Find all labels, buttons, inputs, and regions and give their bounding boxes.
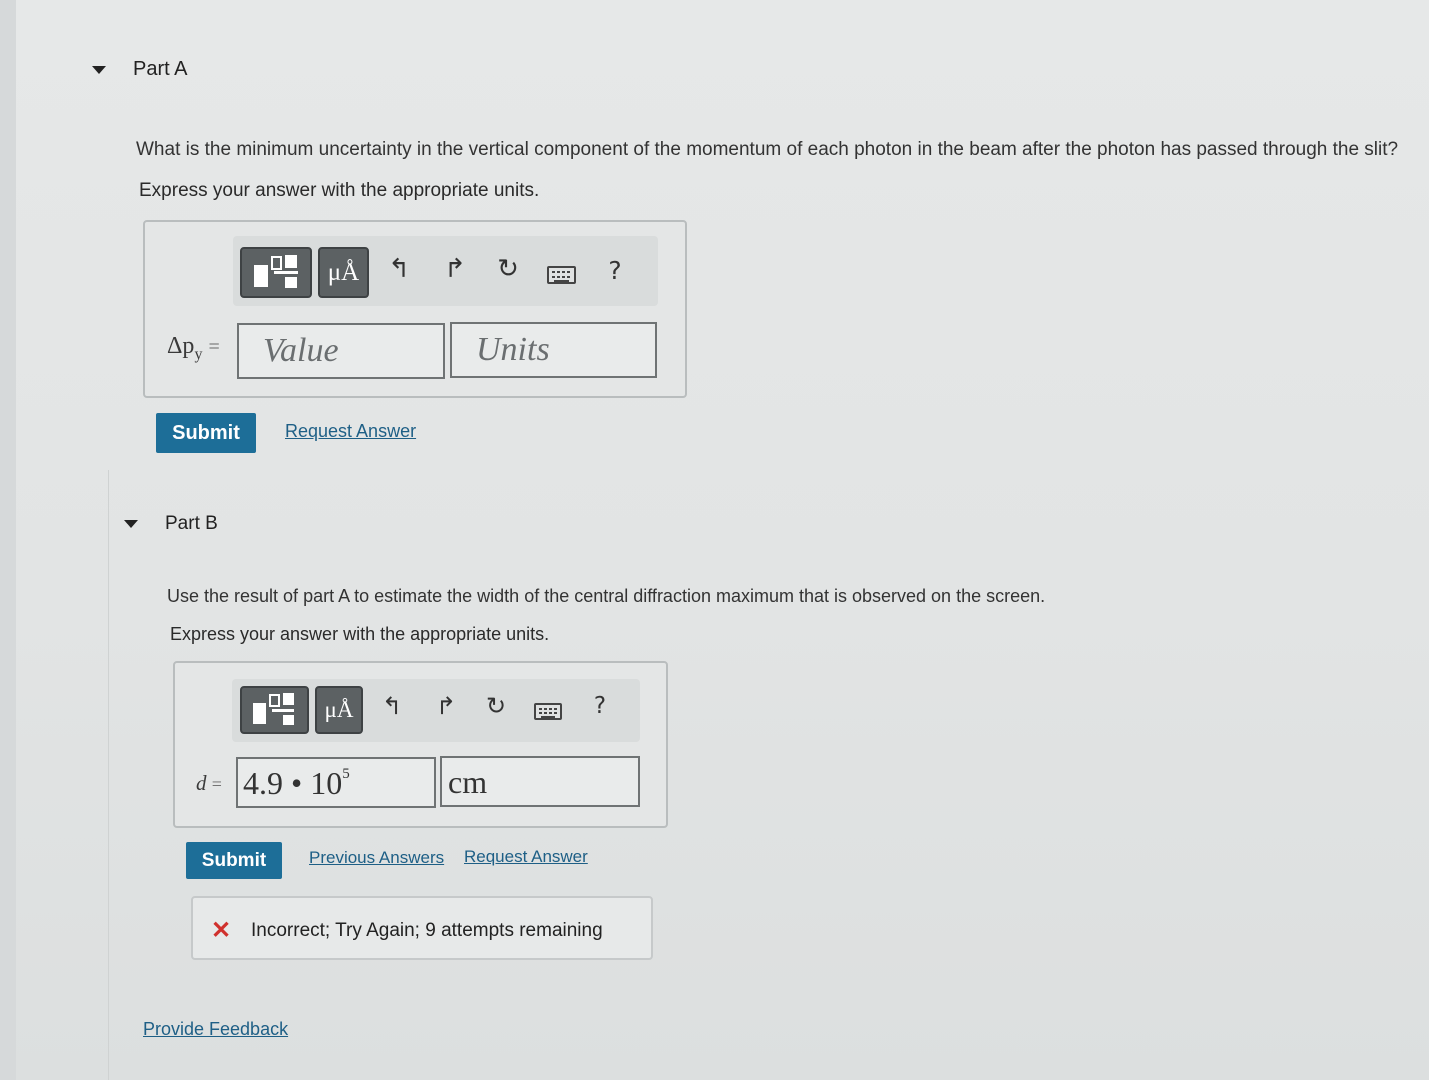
redo-icon[interactable]: ↱	[431, 692, 461, 720]
part-a-submit-button[interactable]: Submit	[156, 413, 256, 453]
collapse-triangle-icon[interactable]	[124, 520, 138, 528]
part-a-question: What is the minimum uncertainty in the v…	[136, 139, 1399, 160]
feedback-text: Incorrect; Try Again; 9 attempts remaini…	[251, 920, 603, 941]
left-edge	[0, 0, 16, 1080]
value-placeholder: Value	[263, 332, 339, 369]
part-b-units-text: cm	[448, 764, 488, 800]
keyboard-icon[interactable]	[547, 266, 576, 284]
help-icon[interactable]: ?	[588, 693, 612, 719]
collapse-triangle-icon[interactable]	[92, 66, 106, 74]
units-button[interactable]: μÅ	[315, 686, 363, 734]
provide-feedback-link[interactable]: Provide Feedback	[143, 1019, 288, 1040]
part-b-variable-label: d =	[196, 771, 222, 795]
reset-icon[interactable]: ↻	[493, 254, 523, 284]
part-b-request-answer-link[interactable]: Request Answer	[464, 847, 588, 867]
part-b-submit-button[interactable]: Submit	[186, 842, 282, 879]
part-b-instruction: Express your answer with the appropriate…	[170, 624, 550, 644]
section-divider	[108, 470, 109, 1080]
part-a-units-input[interactable]: Units	[450, 322, 657, 378]
feedback-message: ✕ Incorrect; Try Again; 9 attempts remai…	[191, 896, 653, 960]
templates-icon	[254, 255, 298, 288]
undo-icon[interactable]: ↰	[377, 692, 407, 720]
templates-icon	[253, 693, 294, 725]
part-b-value-input[interactable]: 4.9 • 105	[236, 757, 436, 808]
part-b-units-input[interactable]: cm	[440, 756, 640, 807]
part-b-question: Use the result of part A to estimate the…	[167, 586, 1046, 606]
error-x-icon: ✕	[211, 917, 232, 944]
templates-button[interactable]	[240, 686, 309, 734]
units-icon: μÅ	[327, 259, 360, 286]
help-icon[interactable]: ?	[602, 256, 628, 285]
units-icon: μÅ	[324, 697, 354, 722]
templates-button[interactable]	[240, 247, 312, 298]
undo-icon[interactable]: ↰	[384, 254, 414, 284]
units-button[interactable]: μÅ	[318, 247, 369, 298]
part-a-title[interactable]: Part A	[133, 58, 187, 81]
reset-icon[interactable]: ↻	[481, 692, 511, 720]
keyboard-icon[interactable]	[534, 703, 562, 720]
part-a-value-input[interactable]: Value	[237, 323, 445, 379]
part-a-instruction: Express your answer with the appropriate…	[139, 180, 540, 201]
previous-answers-link[interactable]: Previous Answers	[309, 848, 444, 868]
part-a-variable-label: Δpy =	[167, 333, 220, 363]
part-b-title[interactable]: Part B	[165, 513, 218, 535]
part-a-request-answer-link[interactable]: Request Answer	[285, 421, 416, 442]
redo-icon[interactable]: ↱	[440, 254, 470, 284]
units-placeholder: Units	[476, 331, 550, 368]
part-b-value-text: 4.9 • 105	[243, 765, 350, 801]
